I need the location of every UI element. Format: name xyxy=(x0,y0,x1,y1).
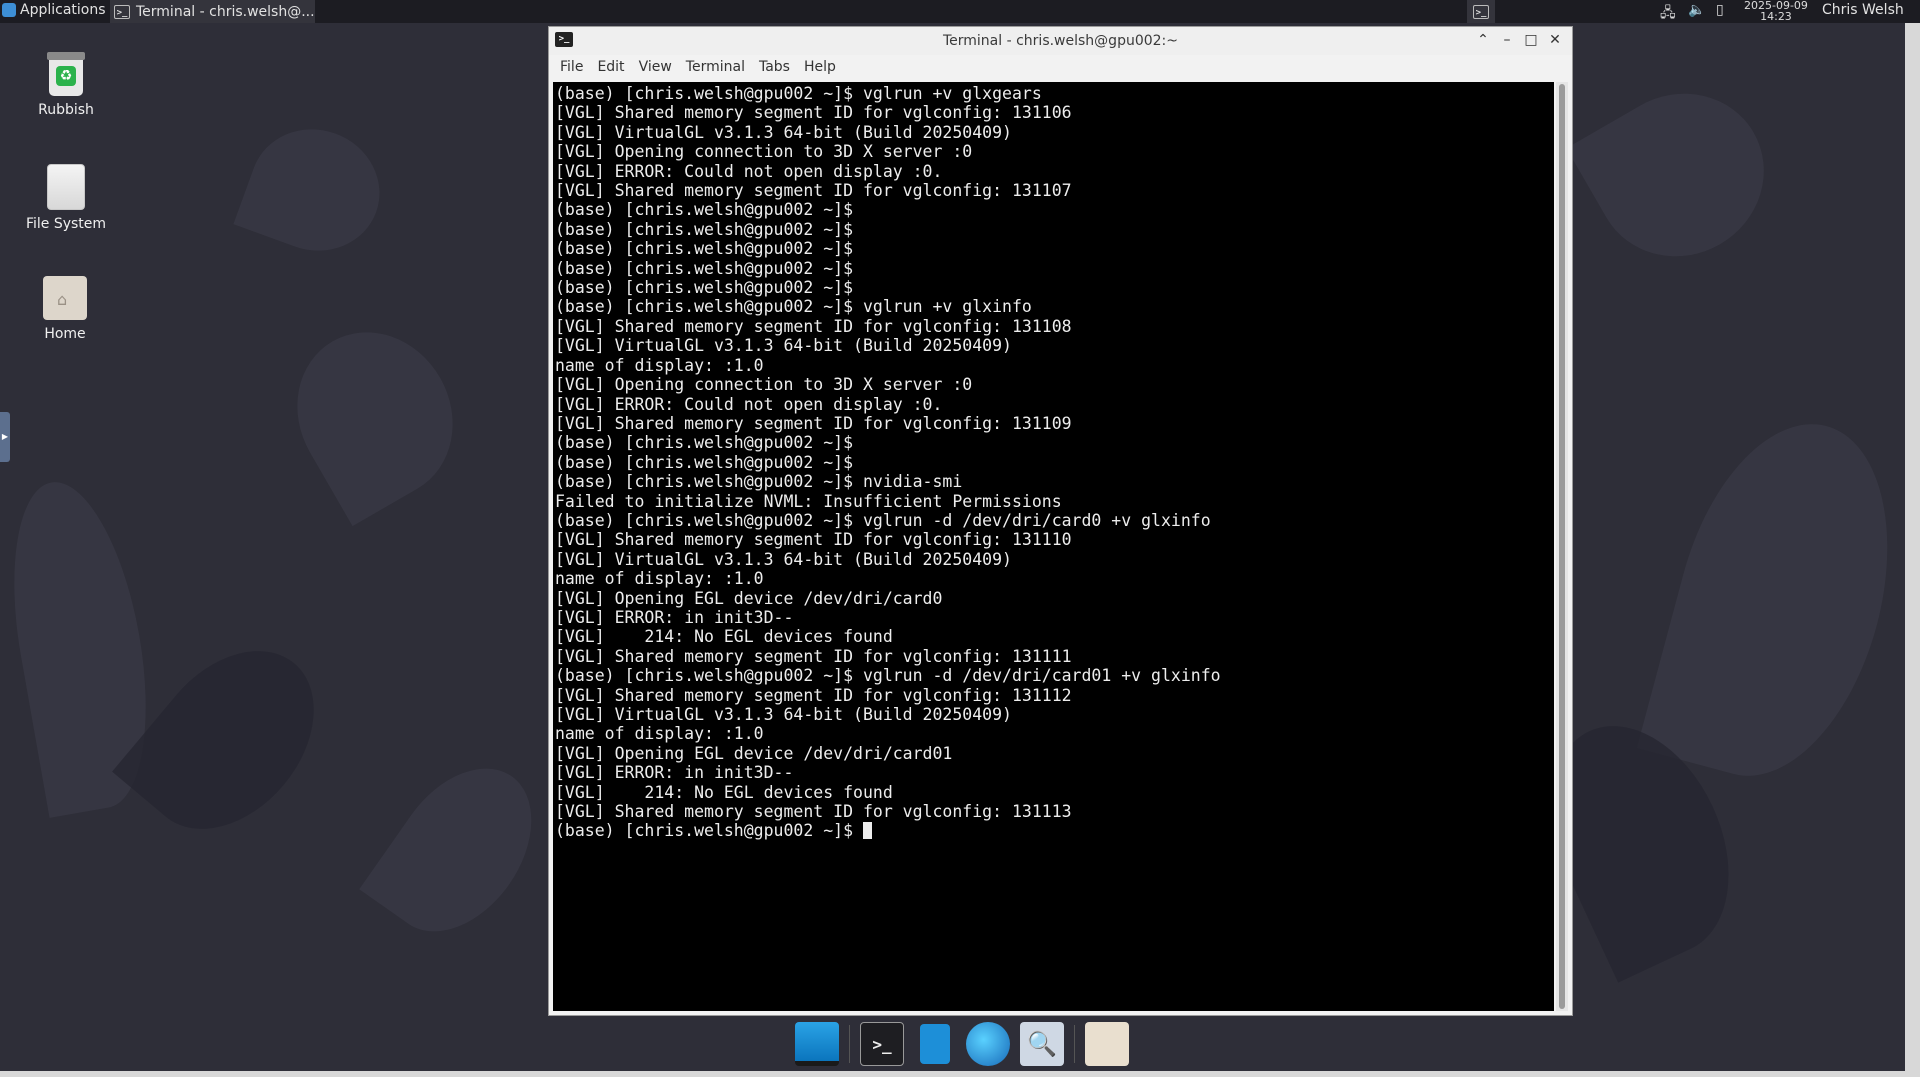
menu-tabs[interactable]: Tabs xyxy=(754,59,795,75)
clock[interactable]: 2025-09-09 14:23 xyxy=(1744,0,1808,22)
dock-separator xyxy=(849,1025,850,1063)
taskbar-terminal-button[interactable]: >_ Terminal - chris.welsh@... xyxy=(110,0,315,23)
applications-menu[interactable]: Applications xyxy=(2,2,106,18)
dock: >_ 🔍 xyxy=(795,1020,1129,1068)
volume-icon[interactable]: 🔈 xyxy=(1688,2,1705,18)
close-button[interactable]: ✕ xyxy=(1546,31,1564,49)
taskbar-terminal-title: Terminal - chris.welsh@... xyxy=(136,3,315,20)
menu-help[interactable]: Help xyxy=(799,59,841,75)
applications-icon xyxy=(2,3,16,17)
top-panel: Applications >_ Terminal - chris.welsh@.… xyxy=(0,0,1920,23)
network-icon[interactable]: 🖧 xyxy=(1660,2,1676,26)
minimize-button[interactable]: – xyxy=(1498,31,1516,49)
desktop-icon-label: Rubbish xyxy=(38,102,94,118)
text-cursor xyxy=(862,822,872,840)
battery-icon[interactable]: ▯ xyxy=(1716,2,1724,18)
wallpaper-leaf xyxy=(112,618,348,862)
wallpaper-leaf xyxy=(267,303,483,527)
web-browser-launcher[interactable] xyxy=(966,1022,1010,1066)
home-folder-icon: ⌂ xyxy=(43,276,87,320)
terminal-launcher[interactable]: >_ xyxy=(860,1022,904,1066)
menu-edit[interactable]: Edit xyxy=(592,59,629,75)
app-finder-launcher[interactable]: 🔍 xyxy=(1020,1022,1064,1066)
side-panel-handle[interactable]: ▶ xyxy=(0,412,10,462)
applications-label: Applications xyxy=(20,2,106,18)
menu-file[interactable]: File xyxy=(555,59,588,75)
user-menu[interactable]: Chris Welsh xyxy=(1822,2,1904,18)
desktop-icon-home[interactable]: ⌂ Home xyxy=(10,276,120,342)
folder-launcher[interactable] xyxy=(1085,1022,1129,1066)
dock-separator xyxy=(1074,1025,1075,1063)
wallpaper-leaf xyxy=(1636,400,1920,800)
terminal-area[interactable]: (base) [chris.welsh@gpu002 ~]$ vglrun +v… xyxy=(553,82,1554,1011)
desktop-icon-label: Home xyxy=(44,326,86,342)
wallpaper-leaf xyxy=(359,741,561,959)
show-desktop-button[interactable] xyxy=(795,1022,839,1066)
desktop-icon-file-system[interactable]: File System xyxy=(11,164,121,232)
trash-icon: ♻ xyxy=(47,52,85,96)
menu-bar: File Edit View Terminal Tabs Help xyxy=(549,55,1572,79)
terminal-prompt: (base) [chris.welsh@gpu002 ~]$ xyxy=(555,821,863,841)
window-titlebar[interactable]: >_ Terminal - chris.welsh@gpu002:~ ⌃ – □… xyxy=(549,27,1572,55)
chevron-up-icon[interactable]: ⌃ xyxy=(1474,31,1492,49)
wallpaper-leaf xyxy=(233,111,397,269)
drive-icon xyxy=(47,164,85,210)
clock-time: 14:23 xyxy=(1760,10,1792,23)
terminal-icon: >_ xyxy=(114,4,130,19)
file-manager-launcher[interactable] xyxy=(920,1024,950,1064)
wallpaper-leaf xyxy=(1566,63,1794,287)
terminal-output: (base) [chris.welsh@gpu002 ~]$ vglrun +v… xyxy=(555,84,1221,822)
desktop-icon-rubbish[interactable]: ♻ Rubbish xyxy=(11,52,121,118)
maximize-button[interactable]: □ xyxy=(1522,31,1540,49)
menu-terminal[interactable]: Terminal xyxy=(681,59,750,75)
screen-edge xyxy=(0,1071,1920,1077)
menu-view[interactable]: View xyxy=(634,59,677,75)
terminal-window: >_ Terminal - chris.welsh@gpu002:~ ⌃ – □… xyxy=(548,26,1573,1016)
terminal-icon: >_ xyxy=(1473,4,1489,19)
terminal-output-block: (base) [chris.welsh@gpu002 ~]$ vglrun +v… xyxy=(553,82,1554,841)
tray-terminal-launcher[interactable]: >_ xyxy=(1467,0,1495,23)
window-title: Terminal - chris.welsh@gpu002:~ xyxy=(942,33,1178,49)
terminal-scrollbar[interactable] xyxy=(1556,82,1568,1011)
screen-edge xyxy=(1905,23,1920,1077)
desktop-icon-label: File System xyxy=(25,216,107,232)
scrollbar-thumb[interactable] xyxy=(1559,84,1565,1009)
